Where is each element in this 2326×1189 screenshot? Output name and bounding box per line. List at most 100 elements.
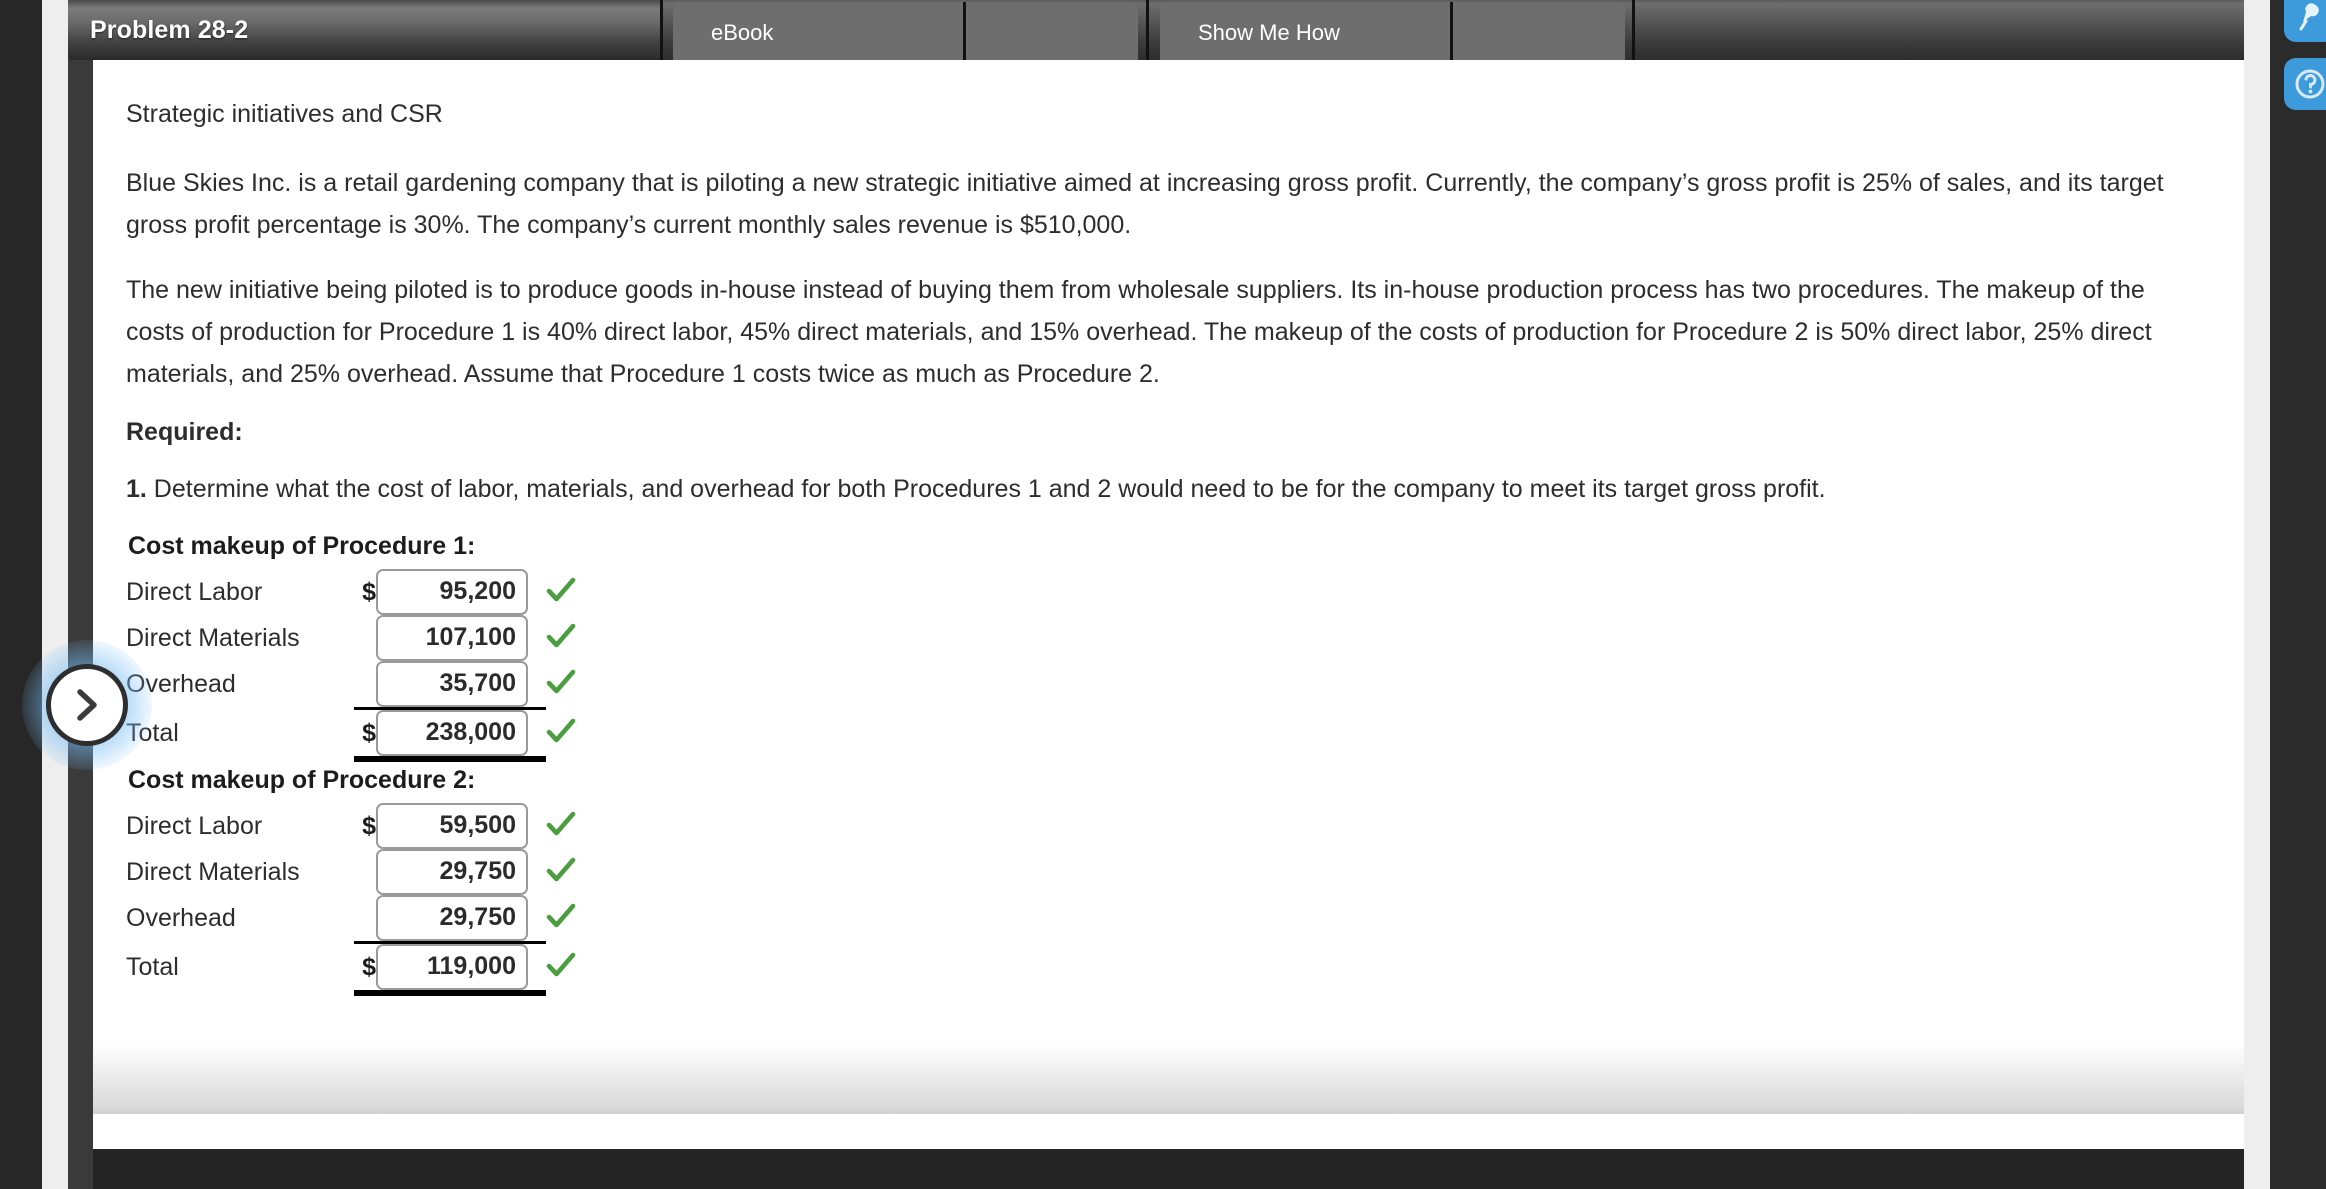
requirement-number: 1.: [126, 475, 147, 503]
row-label: Direct Materials: [126, 857, 300, 886]
direct-materials-input[interactable]: [376, 615, 528, 661]
direct-labor-input[interactable]: [376, 569, 528, 615]
next-button-glow: [22, 640, 152, 770]
required-heading: Required:: [126, 418, 243, 446]
correct-check-icon: [546, 811, 576, 843]
currency-symbol: $: [362, 718, 376, 747]
correct-check-icon: [546, 669, 576, 701]
problem-header-bar: Problem 28-2 eBook Show Me How: [68, 0, 2244, 60]
procedure-1-title: Cost makeup of Procedure 1:: [128, 532, 476, 560]
row-label: Overhead: [126, 904, 236, 933]
left-light-strip: [42, 0, 68, 1189]
requirement-1: 1. Determine what the cost of labor, mat…: [126, 475, 2164, 504]
topic-heading: Strategic initiatives and CSR: [126, 100, 443, 128]
show-me-how-button-label: Show Me How: [1198, 20, 1340, 45]
show-me-how-button[interactable]: Show Me How: [1160, 2, 1625, 60]
right-light-strip: [2244, 0, 2270, 1189]
page-title: Problem 28-2: [90, 15, 249, 44]
header-divider-1: [660, 0, 663, 60]
input-cell: [376, 710, 546, 758]
correct-check-icon: [546, 952, 576, 984]
input-cell: [376, 895, 546, 943]
table-row: Direct Labor $: [126, 803, 602, 849]
requirement-text: Determine what the cost of labor, materi…: [146, 475, 1826, 503]
row-label: Direct Labor: [126, 811, 263, 840]
help-button[interactable]: [2284, 58, 2326, 110]
correct-check-icon: [546, 903, 576, 935]
correct-check-icon: [546, 718, 576, 750]
row-label: Direct Labor: [126, 577, 263, 606]
input-cell: [376, 803, 546, 849]
problem-paragraph-2: The new initiative being piloted is to p…: [126, 276, 2152, 388]
header-title-zone: Problem 28-2: [68, 0, 660, 60]
total-rule-row: [126, 756, 602, 762]
currency-symbol: [354, 615, 376, 661]
status-cell: [546, 944, 602, 992]
problem-content: Strategic initiatives and CSR Blue Skies…: [93, 60, 2244, 996]
status-cell: [546, 803, 602, 849]
table-row-total: Total $: [126, 710, 602, 758]
currency-symbol: $: [362, 811, 376, 840]
chevron-right-icon: [64, 682, 110, 728]
total-double-rule: [354, 756, 546, 762]
correct-check-icon: [546, 577, 576, 609]
header-divider-3: [1632, 0, 1635, 60]
procedure-2-title: Cost makeup of Procedure 2:: [128, 766, 476, 794]
procedure-1-table: Direct Labor $ Direct Materials: [126, 569, 602, 762]
currency-symbol: [354, 849, 376, 895]
total-input[interactable]: [376, 710, 528, 756]
overhead-input[interactable]: [376, 661, 528, 707]
page-bottom-area: [93, 1114, 2244, 1149]
input-cell: [376, 569, 546, 615]
pin-icon: [2293, 0, 2326, 33]
ebook-button-divider: [963, 2, 966, 60]
status-cell: [546, 895, 602, 943]
table-row: Direct Labor $: [126, 569, 602, 615]
currency-symbol: $: [362, 577, 376, 606]
correct-check-icon: [546, 857, 576, 889]
status-cell: [546, 661, 602, 709]
input-cell: [376, 661, 546, 709]
row-label: Overhead: [126, 670, 236, 699]
input-cell: [376, 849, 546, 895]
next-button[interactable]: [46, 664, 128, 746]
table-row: Direct Materials: [126, 615, 602, 661]
currency-symbol: $: [362, 952, 376, 981]
app-screen: Problem 28-2 eBook Show Me How Strategic…: [0, 0, 2326, 1189]
ebook-button-label: eBook: [711, 20, 774, 45]
table-row-total: Total $: [126, 944, 602, 992]
ebook-button[interactable]: eBook: [673, 2, 1138, 60]
total-label: Total: [126, 719, 179, 748]
total-input[interactable]: [376, 944, 528, 990]
problem-content-page: Strategic initiatives and CSR Blue Skies…: [93, 60, 2244, 1149]
pin-button[interactable]: [2284, 0, 2326, 42]
left-gutter: [68, 40, 93, 1189]
input-cell: [376, 615, 546, 661]
table-row: Overhead: [126, 661, 602, 709]
procedure-2-table: Direct Labor $ Direct Materials: [126, 803, 602, 996]
row-label: Direct Materials: [126, 623, 300, 652]
table-row: Direct Materials: [126, 849, 602, 895]
currency-symbol: [354, 895, 376, 943]
status-cell: [546, 710, 602, 758]
right-window-edge: [2270, 0, 2326, 1189]
correct-check-icon: [546, 623, 576, 655]
show-me-how-button-divider: [1450, 2, 1453, 60]
right-tool-rail: [2284, 0, 2326, 110]
status-cell: [546, 849, 602, 895]
status-cell: [546, 569, 602, 615]
left-window-edge: [0, 0, 42, 1189]
total-label: Total: [126, 953, 179, 982]
table-row: Overhead: [126, 895, 602, 943]
content-bottom-fade: [93, 1044, 2244, 1114]
status-cell: [546, 615, 602, 661]
total-rule-row: [126, 990, 602, 996]
direct-labor-input[interactable]: [376, 803, 528, 849]
overhead-input[interactable]: [376, 895, 528, 941]
total-double-rule: [354, 990, 546, 996]
direct-materials-input[interactable]: [376, 849, 528, 895]
currency-symbol: [354, 661, 376, 709]
header-divider-2: [1146, 0, 1149, 60]
help-circle-icon: [2292, 66, 2326, 102]
input-cell: [376, 944, 546, 992]
